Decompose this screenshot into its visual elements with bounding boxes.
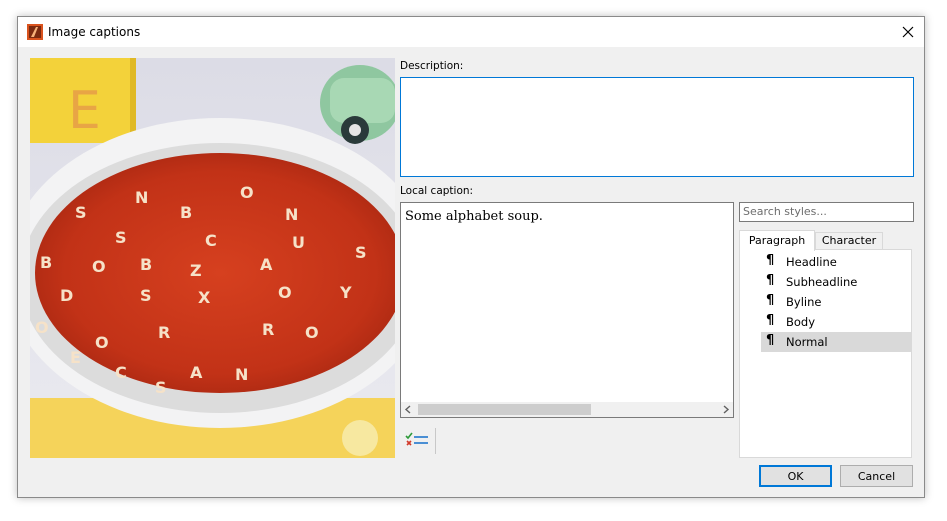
style-item-label: Byline	[786, 295, 822, 309]
svg-text:R: R	[262, 320, 274, 339]
svg-text:S: S	[75, 203, 87, 222]
local-caption-label: Local caption:	[400, 185, 474, 197]
horizontal-scrollbar[interactable]	[401, 402, 733, 417]
svg-text:D: D	[60, 286, 73, 305]
style-item-body[interactable]: ¶ Body	[761, 312, 911, 332]
svg-text:S: S	[115, 228, 127, 247]
svg-text:A: A	[260, 255, 273, 274]
svg-text:E: E	[68, 81, 101, 141]
window-title: Image captions	[48, 25, 141, 39]
svg-text:A: A	[190, 363, 203, 382]
svg-text:R: R	[158, 323, 170, 342]
svg-text:S: S	[140, 286, 152, 305]
svg-text:B: B	[40, 253, 52, 272]
svg-text:B: B	[180, 203, 192, 222]
svg-text:X: X	[198, 288, 211, 307]
caption-text: Some alphabet soup.	[405, 209, 543, 224]
svg-text:N: N	[135, 188, 148, 207]
toolbar-separator	[435, 428, 436, 454]
svg-text:O: O	[95, 333, 109, 352]
svg-text:N: N	[235, 365, 248, 384]
close-icon	[902, 26, 914, 38]
title-bar: Image captions	[18, 17, 924, 47]
style-item-label: Body	[786, 315, 816, 329]
style-item-byline[interactable]: ¶ Byline	[761, 292, 911, 312]
pilcrow-icon: ¶	[766, 253, 775, 268]
image-preview: E SNB ONS C US BOB Z AD SXO YOO RRO CAN SE	[30, 58, 395, 458]
tab-character[interactable]: Character	[815, 232, 883, 250]
styles-list: ¶ Headline ¶ Subheadline ¶ Byline ¶ Body…	[739, 249, 912, 458]
scroll-left-icon[interactable]	[401, 402, 416, 417]
svg-text:C: C	[205, 231, 217, 250]
description-input[interactable]	[400, 77, 914, 177]
svg-text:S: S	[355, 243, 367, 262]
image-captions-dialog: Image captions E S N B O N S C U S B O B…	[17, 16, 925, 498]
cancel-button[interactable]: Cancel	[840, 465, 913, 487]
svg-text:O: O	[92, 257, 106, 276]
tab-paragraph[interactable]: Paragraph	[739, 230, 815, 251]
close-button[interactable]	[892, 17, 924, 47]
checklist-icon	[405, 432, 428, 446]
style-item-label: Subheadline	[786, 275, 858, 289]
svg-text:O: O	[240, 183, 254, 202]
pilcrow-icon: ¶	[766, 333, 775, 348]
ok-button[interactable]: OK	[759, 465, 832, 487]
pilcrow-icon: ¶	[766, 313, 775, 328]
svg-text:E: E	[70, 348, 81, 367]
svg-text:N: N	[285, 205, 298, 224]
svg-text:O: O	[35, 318, 49, 337]
svg-text:S: S	[155, 378, 167, 397]
pilcrow-icon: ¶	[766, 293, 775, 308]
local-caption-input[interactable]: Some alphabet soup.	[400, 202, 734, 418]
svg-text:B: B	[140, 255, 152, 274]
pilcrow-icon: ¶	[766, 273, 775, 288]
style-item-label: Headline	[786, 255, 837, 269]
style-item-headline[interactable]: ¶ Headline	[761, 252, 911, 272]
search-styles-input[interactable]: Search styles...	[739, 202, 914, 222]
svg-text:Z: Z	[190, 261, 202, 280]
style-item-normal[interactable]: ¶ Normal	[761, 332, 911, 352]
description-label: Description:	[400, 60, 464, 72]
svg-text:U: U	[292, 233, 305, 252]
app-icon	[27, 24, 43, 40]
style-item-label: Normal	[786, 335, 828, 349]
scrollbar-thumb[interactable]	[418, 404, 591, 415]
svg-text:Y: Y	[339, 283, 352, 302]
svg-text:O: O	[278, 283, 292, 302]
svg-text:O: O	[305, 323, 319, 342]
style-item-subheadline[interactable]: ¶ Subheadline	[761, 272, 911, 292]
spellcheck-button[interactable]	[404, 430, 432, 452]
svg-text:C: C	[115, 363, 127, 382]
scroll-right-icon[interactable]	[718, 402, 733, 417]
